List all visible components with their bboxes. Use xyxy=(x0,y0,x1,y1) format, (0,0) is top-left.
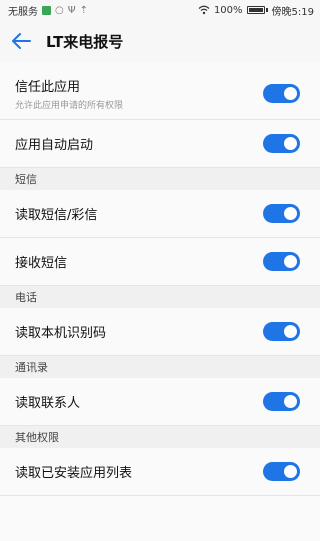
read-installed-apps-toggle[interactable] xyxy=(263,462,300,481)
permission-list: 信任此应用 允许此应用申请的所有权限 应用自动启动 短信 读取短信/彩信 接收短… xyxy=(0,62,320,541)
list-bottom-space xyxy=(0,496,320,541)
read-installed-apps-row[interactable]: 读取已安装应用列表 xyxy=(0,448,320,496)
app-notification-icon xyxy=(42,5,51,15)
read-sms-toggle[interactable] xyxy=(263,204,300,223)
receive-sms-row[interactable]: 接收短信 xyxy=(0,238,320,286)
battery-percent: 100% xyxy=(213,4,243,16)
read-device-id-label: 读取本机识别码 xyxy=(15,326,107,341)
trust-app-toggle[interactable] xyxy=(263,84,300,103)
app-bar: LT来电报号 xyxy=(0,20,320,62)
clock: 傍晚5:19 xyxy=(271,6,314,18)
page-title: LT来电报号 xyxy=(46,32,124,51)
read-contacts-toggle[interactable] xyxy=(263,392,300,411)
wifi-icon xyxy=(198,5,210,15)
back-arrow-icon[interactable] xyxy=(10,30,32,52)
section-header-other: 其他权限 xyxy=(0,426,320,448)
read-sms-label: 读取短信/彩信 xyxy=(15,208,98,223)
read-device-id-row[interactable]: 读取本机识别码 xyxy=(0,308,320,356)
read-contacts-label: 读取联系人 xyxy=(15,396,81,411)
auto-start-toggle[interactable] xyxy=(263,134,300,153)
section-header-sms: 短信 xyxy=(0,168,320,190)
section-header-phone: 电话 xyxy=(0,286,320,308)
read-contacts-row[interactable]: 读取联系人 xyxy=(0,378,320,426)
status-bar: 无服务 ○ Ψ ⇡ 100% 傍晚5:19 xyxy=(0,0,320,20)
receive-sms-toggle[interactable] xyxy=(263,252,300,271)
carrier-label: 无服务 xyxy=(8,6,38,18)
section-header-contacts: 通讯录 xyxy=(0,356,320,378)
auto-start-label: 应用自动启动 xyxy=(15,138,94,153)
battery-icon xyxy=(246,6,268,14)
trust-app-label: 信任此应用 xyxy=(15,80,81,95)
auto-start-row[interactable]: 应用自动启动 xyxy=(0,120,320,168)
status-left: 无服务 ○ Ψ ⇡ xyxy=(8,3,88,18)
read-device-id-toggle[interactable] xyxy=(263,322,300,341)
sync-icon: ○ xyxy=(55,4,64,16)
receive-sms-label: 接收短信 xyxy=(15,256,68,271)
usb-debug-icon: ⇡ xyxy=(79,4,88,16)
read-installed-apps-label: 读取已安装应用列表 xyxy=(15,466,133,481)
trust-app-description: 允许此应用申请的所有权限 xyxy=(15,101,124,111)
trust-app-row[interactable]: 信任此应用 允许此应用申请的所有权限 xyxy=(0,68,320,120)
status-right: 100% 傍晚5:19 xyxy=(198,3,314,18)
read-sms-row[interactable]: 读取短信/彩信 xyxy=(0,190,320,238)
usb-icon: Ψ xyxy=(67,4,76,16)
